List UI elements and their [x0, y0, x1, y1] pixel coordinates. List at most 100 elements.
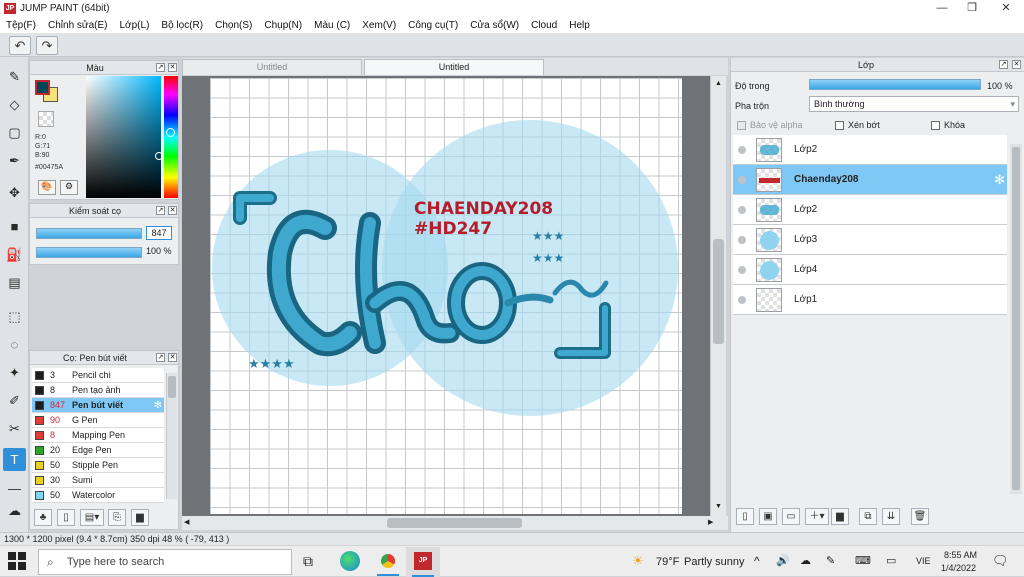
layer-row[interactable]: Lớp2: [733, 135, 1007, 165]
layer-row[interactable]: Chaenday208 ✻: [733, 165, 1007, 195]
menu-tools[interactable]: Công cụ(T): [402, 20, 464, 31]
pen-list-item[interactable]: 50 Stipple Pen: [32, 458, 164, 473]
pen-list-scrollbar[interactable]: [166, 373, 177, 499]
chrome-browser-icon[interactable]: [378, 551, 398, 571]
panel-float-icon[interactable]: ↗: [156, 206, 165, 215]
scroll-left-icon[interactable]: ◀: [184, 518, 189, 526]
weather-icon[interactable]: ☀: [632, 553, 644, 569]
add-layer-menu-icon[interactable]: ＋▾: [805, 508, 829, 525]
duplicate-layer-icon[interactable]: ⧉: [859, 508, 877, 525]
brush-size-input[interactable]: 847: [146, 226, 172, 240]
keyboard-icon[interactable]: ⌨: [855, 554, 871, 567]
jump-paint-taskbar-button[interactable]: JP: [406, 547, 440, 577]
foreground-color-swatch[interactable]: [35, 80, 50, 95]
pen-workspace-icon[interactable]: ✎: [826, 554, 835, 567]
select-rect-tool-icon[interactable]: ⬚: [3, 305, 26, 328]
clock-date[interactable]: 1/4/2022: [941, 563, 976, 573]
bucket-tool-icon[interactable]: ⛽: [3, 243, 26, 266]
panel-close-icon[interactable]: ✕: [168, 206, 177, 215]
eraser-tool-icon[interactable]: ◇: [3, 93, 26, 116]
protect-alpha-checkbox[interactable]: Bảo vệ alpha: [737, 120, 803, 131]
cloud-tool-icon[interactable]: ☁: [3, 499, 26, 522]
input-language[interactable]: VIE: [916, 556, 931, 566]
menu-window[interactable]: Cửa sổ(W): [464, 20, 525, 31]
panel-close-icon[interactable]: ✕: [168, 353, 177, 362]
layer-visibility-icon[interactable]: [738, 235, 746, 244]
scroll-up-icon[interactable]: ▲: [715, 80, 722, 87]
layer-row[interactable]: Lớp2: [733, 195, 1007, 225]
new-pen-icon[interactable]: ▯: [57, 509, 75, 526]
hue-slider[interactable]: [164, 76, 178, 198]
chevron-up-icon[interactable]: ^: [754, 554, 760, 568]
gradient-tool-icon[interactable]: ▤: [3, 271, 26, 294]
clip-checkbox[interactable]: Xén bớt: [835, 120, 880, 131]
canvas-horizontal-scrollbar[interactable]: ◀ ▶: [182, 516, 728, 530]
delete-layer-icon[interactable]: 🗑: [911, 508, 929, 525]
layer-row[interactable]: Lớp1: [733, 285, 1007, 315]
menu-color[interactable]: Màu (C): [308, 20, 356, 31]
pen-settings-icon[interactable]: ✻: [154, 400, 162, 411]
undo-button[interactable]: ↶: [9, 36, 31, 55]
menu-file[interactable]: Tệp(F): [0, 20, 42, 31]
panel-float-icon[interactable]: ↗: [156, 63, 165, 72]
layer-opacity-slider[interactable]: [809, 79, 981, 90]
pen-tool-icon[interactable]: ✒: [3, 149, 26, 172]
layer-list-scrollbar[interactable]: [1010, 144, 1022, 494]
blend-mode-select[interactable]: Bình thường ▾: [809, 96, 1019, 112]
magic-wand-tool-icon[interactable]: ✦: [3, 361, 26, 384]
close-icon[interactable]: ✕: [990, 0, 1022, 17]
layer-visibility-icon[interactable]: [738, 205, 746, 214]
pen-list-item[interactable]: 20 Edge Pen: [32, 443, 164, 458]
text-tool-icon[interactable]: T: [3, 448, 26, 471]
clock-time[interactable]: 8:55 AM: [944, 550, 977, 560]
windows-start-icon[interactable]: [8, 552, 26, 570]
restore-icon[interactable]: ❐: [956, 0, 988, 17]
pen-folder-icon[interactable]: ▆: [131, 509, 149, 526]
layer-visibility-icon[interactable]: [738, 265, 746, 274]
panel-float-icon[interactable]: ↗: [156, 353, 165, 362]
display-icon[interactable]: ▭: [886, 554, 896, 567]
taskbar-search-box[interactable]: ⌕ Type here to search: [38, 549, 292, 575]
canvas-vertical-scrollbar[interactable]: ▲ ▼: [710, 76, 726, 516]
redo-button[interactable]: ↷: [36, 36, 58, 55]
pen-list-scroll-thumb[interactable]: [168, 376, 176, 398]
brush-size-slider[interactable]: [36, 228, 142, 239]
line-tool-icon[interactable]: —: [3, 477, 26, 500]
pen-tree-icon[interactable]: ♣: [34, 509, 52, 526]
menu-view[interactable]: Xem(V): [356, 20, 402, 31]
menu-help[interactable]: Help: [563, 20, 596, 31]
pen-list-item[interactable]: 3 Pencil chì: [32, 368, 164, 383]
layer-settings-icon[interactable]: ✻: [994, 172, 1005, 188]
scroll-down-icon[interactable]: ▼: [715, 503, 722, 510]
panel-close-icon[interactable]: ✕: [1012, 60, 1021, 69]
vertical-scroll-thumb[interactable]: [713, 239, 724, 344]
select-pen-tool-icon[interactable]: ✐: [3, 389, 26, 412]
task-view-icon[interactable]: ⧉: [303, 553, 313, 570]
hue-cursor[interactable]: [166, 128, 175, 137]
menu-cloud[interactable]: Cloud: [525, 20, 563, 31]
layer-scroll-thumb[interactable]: [1012, 147, 1020, 490]
fill-rect-tool-icon[interactable]: ■: [3, 215, 26, 238]
edge-browser-icon[interactable]: [340, 551, 360, 571]
layer-folder-icon[interactable]: ▆: [831, 508, 849, 525]
layer-visibility-icon[interactable]: [738, 295, 746, 304]
network-icon[interactable]: ☁: [800, 554, 811, 567]
canvas-paper[interactable]: ★★★★ ★★★ ★★★ CHAENDAY208 #HD247: [210, 78, 682, 514]
layer-visibility-icon[interactable]: [738, 145, 746, 154]
new-raster-layer-icon[interactable]: ▣: [759, 508, 777, 525]
panel-float-icon[interactable]: ↗: [999, 60, 1008, 69]
pen-list-item[interactable]: 30 Sumi: [32, 473, 164, 488]
canvas-workspace[interactable]: ★★★★ ★★★ ★★★ CHAENDAY208 #HD247: [182, 76, 710, 516]
menu-select[interactable]: Chọn(S): [209, 20, 258, 31]
saturation-value-picker[interactable]: [86, 76, 163, 198]
scroll-right-icon[interactable]: ▶: [708, 518, 713, 526]
menu-edit[interactable]: Chỉnh sửa(E): [42, 20, 114, 31]
layer-row[interactable]: Lớp3: [733, 225, 1007, 255]
pen-list-item[interactable]: 8 Mapping Pen: [32, 428, 164, 443]
volume-icon[interactable]: 🔊: [776, 554, 790, 567]
pen-list-item[interactable]: 847 Pen bút viết ✻: [32, 398, 164, 413]
new-layer-icon[interactable]: ▯: [736, 508, 754, 525]
new-vector-layer-icon[interactable]: ▭: [782, 508, 800, 525]
minimize-icon[interactable]: —: [926, 0, 958, 17]
menu-layer[interactable]: Lớp(L): [114, 20, 156, 31]
